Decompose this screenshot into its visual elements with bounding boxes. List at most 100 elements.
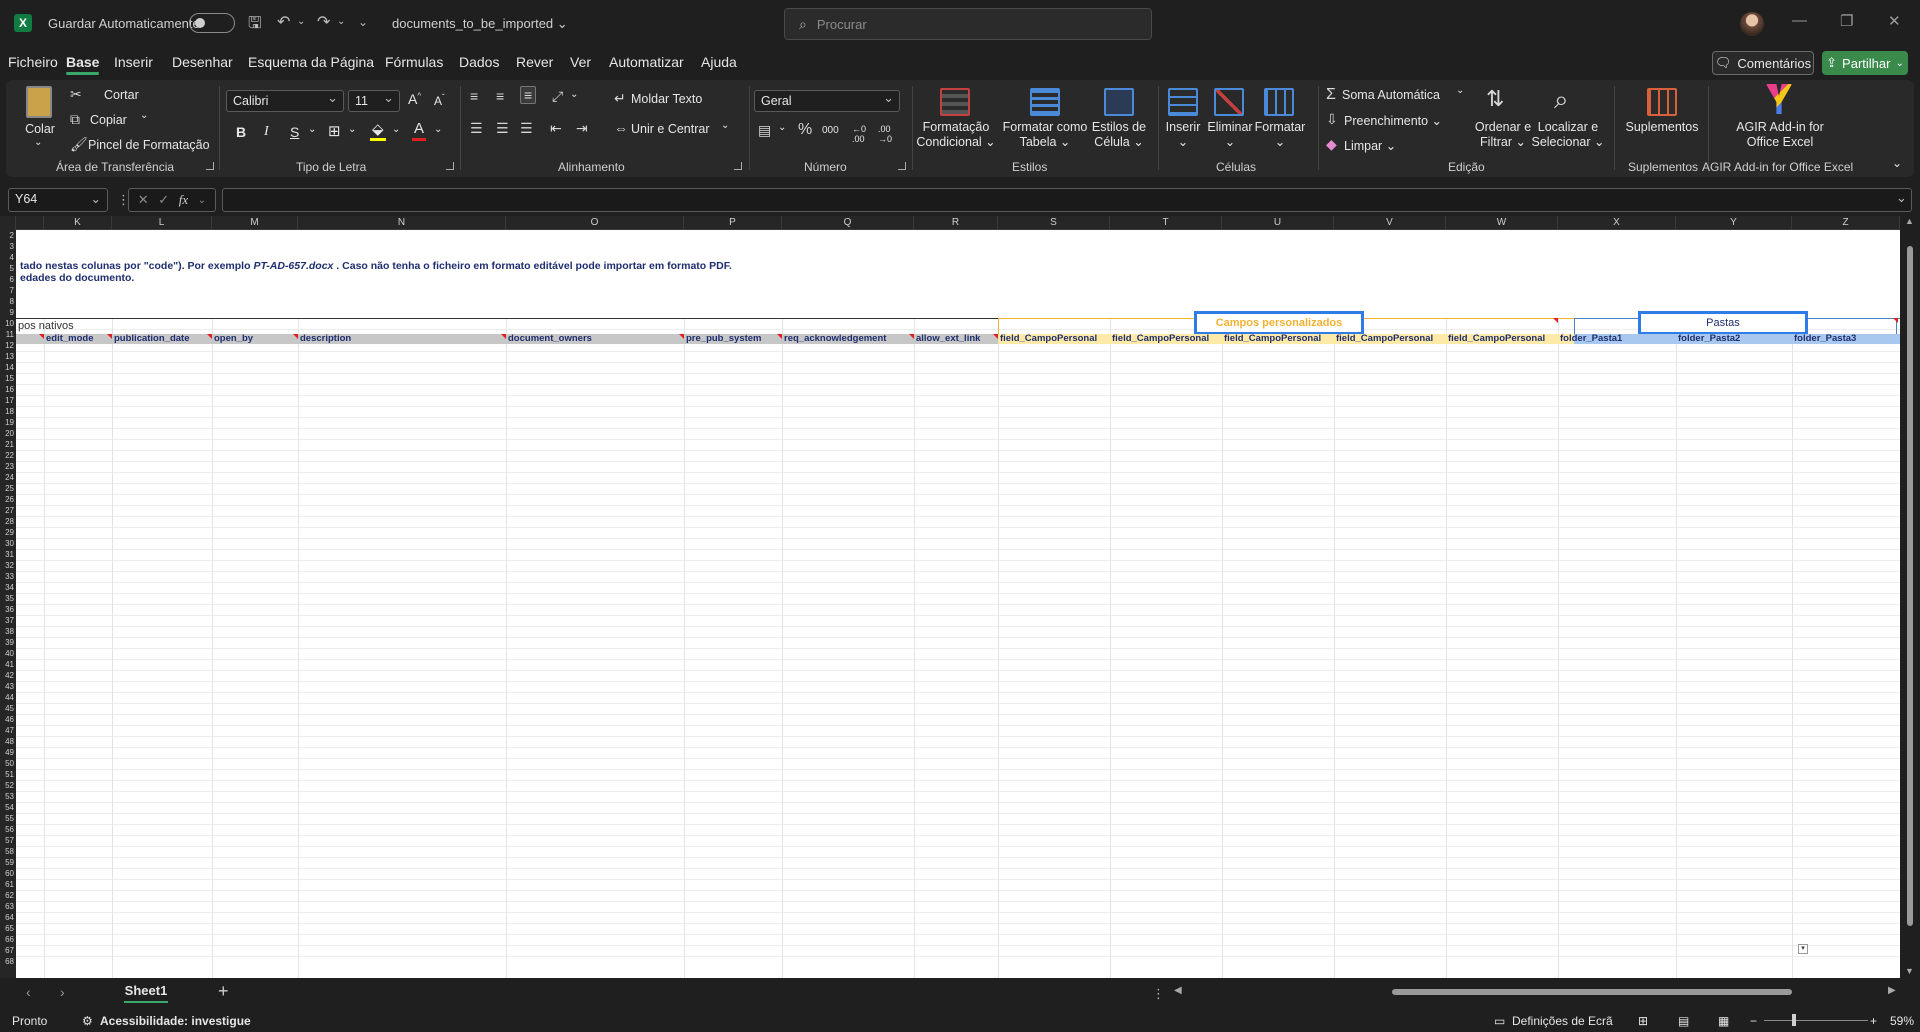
save-icon[interactable]: 🖫 <box>248 12 262 39</box>
customize-toolbar-icon[interactable]: ⌄ <box>358 15 368 29</box>
user-avatar[interactable] <box>1740 12 1764 36</box>
paste-button[interactable]: Colar <box>20 122 60 137</box>
formula-input[interactable] <box>222 188 1912 212</box>
row-header[interactable]: 29 <box>0 527 16 538</box>
more-options-icon[interactable]: ⋮ <box>1152 986 1165 1002</box>
row-header[interactable]: 33 <box>0 571 16 582</box>
accounting-format-icon[interactable]: ▤ <box>758 122 771 139</box>
align-center-icon[interactable]: ☰ <box>496 120 509 137</box>
worksheet-grid[interactable]: K L M N O P Q R S T U V W X Y Z 23456789… <box>0 216 1920 978</box>
bold-icon[interactable]: B <box>236 124 246 140</box>
alignment-launcher-icon[interactable] <box>734 162 742 170</box>
folders-title[interactable]: Pastas <box>1638 311 1808 335</box>
row-header[interactable]: 4 <box>0 252 16 263</box>
scroll-down-icon[interactable]: ▼ <box>1905 966 1914 976</box>
expand-formula-bar-icon[interactable]: ⌄ <box>1896 190 1907 206</box>
zoom-out-icon[interactable]: − <box>1750 1014 1757 1028</box>
field-header-cell[interactable]: field_CampoPersonal <box>1446 333 1558 345</box>
increase-indent-icon[interactable]: ⇥ <box>576 120 588 137</box>
underline-dropdown-icon[interactable]: ⌄ <box>308 124 316 135</box>
column-header[interactable]: K <box>44 216 112 230</box>
increase-decimal-icon[interactable]: ←0.00 <box>852 124 866 144</box>
row-header[interactable]: 42 <box>0 670 16 681</box>
clear-button[interactable]: Limpar ⌄ <box>1344 138 1396 153</box>
comment-indicator-icon[interactable] <box>679 334 684 339</box>
field-header-cell[interactable]: field_CampoPersonal <box>1110 333 1222 345</box>
column-header[interactable]: L <box>112 216 212 230</box>
field-header-cell[interactable]: field_CampoPersonal <box>1334 333 1446 345</box>
row-header[interactable]: 32 <box>0 560 16 571</box>
column-header[interactable]: Y <box>1676 216 1792 230</box>
column-header[interactable]: R <box>914 216 998 230</box>
field-header-cell[interactable]: edit_mode <box>44 333 112 345</box>
align-middle-icon[interactable]: ≡ <box>496 88 504 104</box>
number-format-select[interactable]: Geral <box>754 90 900 112</box>
row-header[interactable]: 64 <box>0 912 16 923</box>
tab-automatizar[interactable]: Automatizar <box>609 54 684 70</box>
row-header[interactable]: 10 <box>0 318 16 329</box>
row-header[interactable]: 26 <box>0 494 16 505</box>
tab-ver[interactable]: Ver <box>570 54 591 70</box>
row-header[interactable]: 65 <box>0 923 16 934</box>
borders-icon[interactable]: ⊞ <box>328 122 341 140</box>
row-header[interactable]: 54 <box>0 802 16 813</box>
comment-indicator-icon[interactable] <box>107 334 112 339</box>
align-bottom-icon[interactable]: ≡ <box>520 86 537 104</box>
fill-button[interactable]: Preenchimento ⌄ <box>1344 113 1442 128</box>
autosum-dropdown-icon[interactable]: ⌄ <box>1456 85 1464 96</box>
format-painter-button[interactable]: Pincel de Formatação <box>88 138 210 152</box>
format-cells-button[interactable]: Formatar ⌄ <box>1250 120 1310 150</box>
comments-button[interactable]: 🗨 Comentários <box>1712 51 1814 75</box>
next-sheet-icon[interactable]: › <box>60 984 65 1000</box>
row-header[interactable]: 31 <box>0 549 16 560</box>
row-header[interactable]: 24 <box>0 472 16 483</box>
name-box[interactable]: Y64 ⌄ <box>8 188 108 212</box>
row-header[interactable]: 68 <box>0 956 16 967</box>
column-header[interactable]: O <box>506 216 684 230</box>
fill-color-icon[interactable]: ⬙ <box>372 120 384 138</box>
row-header[interactable]: 48 <box>0 736 16 747</box>
row-header[interactable]: 21 <box>0 439 16 450</box>
vertical-scrollbar[interactable]: ▲ ▼ <box>1900 216 1920 978</box>
row-header[interactable]: 66 <box>0 934 16 945</box>
insert-function-icon[interactable]: fx <box>179 192 188 208</box>
decrease-decimal-icon[interactable]: .00 →0 <box>878 124 892 144</box>
sheet-cells[interactable]: tado nestas colunas por "code"). Por exe… <box>16 230 1900 978</box>
field-header-cell[interactable]: description <box>298 333 506 345</box>
row-header[interactable]: 2 <box>0 230 16 241</box>
tab-dados[interactable]: Dados <box>459 54 499 70</box>
font-size-select[interactable]: 11 <box>348 90 400 112</box>
align-left-icon[interactable]: ☰ <box>470 120 483 137</box>
row-header[interactable]: 14 <box>0 362 16 373</box>
align-top-icon[interactable]: ≡ <box>470 88 478 104</box>
row-header[interactable]: 43 <box>0 681 16 692</box>
row-header[interactable]: 5 <box>0 263 16 274</box>
search-box[interactable]: ⌕ Procurar <box>784 8 1152 40</box>
tab-inserir[interactable]: Inserir <box>114 54 153 70</box>
zoom-in-icon[interactable]: + <box>1870 1014 1877 1028</box>
close-icon[interactable]: ✕ <box>1888 12 1901 30</box>
comment-indicator-icon[interactable] <box>1893 318 1898 323</box>
comment-indicator-icon[interactable] <box>207 334 212 339</box>
thousands-separator-icon[interactable]: 000 <box>822 125 839 136</box>
row-header[interactable]: 19 <box>0 417 16 428</box>
horizontal-scrollbar[interactable] <box>1176 987 1896 997</box>
tab-esquema-da-pagina[interactable]: Esquema da Página <box>248 54 374 70</box>
row-header[interactable]: 47 <box>0 725 16 736</box>
zoom-slider[interactable] <box>1764 1020 1868 1021</box>
percent-icon[interactable]: % <box>798 121 812 139</box>
field-header-cell[interactable]: pre_pub_system <box>684 333 782 345</box>
row-header[interactable]: 67 <box>0 945 16 956</box>
orientation-dropdown-icon[interactable]: ⌄ <box>570 89 578 100</box>
column-header[interactable]: N <box>298 216 506 230</box>
field-header-cell[interactable]: open_by <box>212 333 298 345</box>
row-header[interactable]: 53 <box>0 791 16 802</box>
cell-styles-button[interactable]: Estilos de Célula ⌄ <box>1088 120 1150 150</box>
accounting-dropdown-icon[interactable]: ⌄ <box>778 122 786 133</box>
tab-formulas[interactable]: Fórmulas <box>385 54 443 70</box>
row-header[interactable]: 49 <box>0 747 16 758</box>
tab-rever[interactable]: Rever <box>516 54 553 70</box>
row-header[interactable]: 22 <box>0 450 16 461</box>
row-header[interactable]: 62 <box>0 890 16 901</box>
column-header[interactable]: P <box>684 216 782 230</box>
